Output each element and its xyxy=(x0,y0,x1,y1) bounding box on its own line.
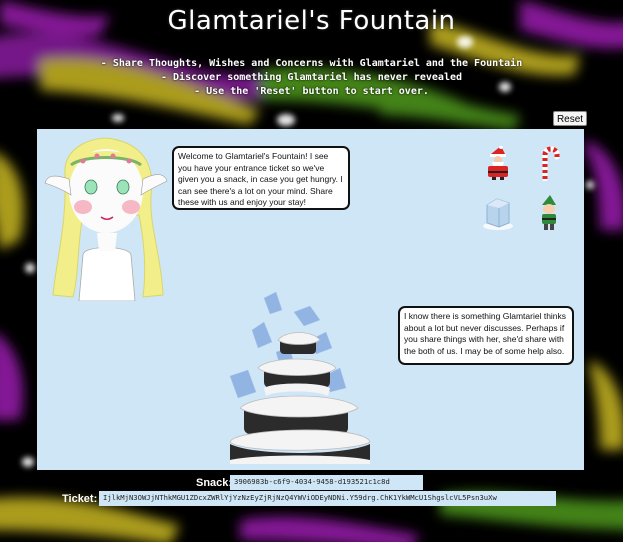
glamtariel-character[interactable] xyxy=(43,135,171,301)
elf-icon[interactable] xyxy=(536,195,562,231)
page-title: Glamtariel's Fountain xyxy=(167,6,456,36)
candy-cane-icon[interactable] xyxy=(537,145,561,181)
snack-value: 3906983b-c6f9-4034-9458-d193521c1c8d xyxy=(230,475,423,490)
glamtariel-speech-bubble: Welcome to Glamtariel's Fountain! I see … xyxy=(172,146,350,210)
reset-button[interactable]: Reset xyxy=(553,111,587,126)
fountain-speech-bubble: I know there is something Glamtariel thi… xyxy=(398,306,574,365)
fountain-graphic[interactable] xyxy=(224,292,384,466)
santa-icon[interactable] xyxy=(483,146,513,180)
ticket-label: Ticket: xyxy=(62,493,98,505)
ticket-value: IjlkMjN3OWJjNThkMGU1ZDcxZWRlYjYzNzEyZjRj… xyxy=(99,491,556,506)
instructions: - Share Thoughts, Wishes and Concerns wi… xyxy=(0,57,623,99)
fountain-stage[interactable]: Welcome to Glamtariel's Fountain! I see … xyxy=(37,129,584,470)
instruction-line: - Discover something Glamtariel has neve… xyxy=(160,72,463,83)
snack-label: Snack: xyxy=(196,477,233,489)
instruction-line: - Share Thoughts, Wishes and Concerns wi… xyxy=(100,58,523,69)
instruction-line: - Use the 'Reset' button to start over. xyxy=(194,86,429,97)
ice-cube-icon[interactable] xyxy=(481,195,515,231)
